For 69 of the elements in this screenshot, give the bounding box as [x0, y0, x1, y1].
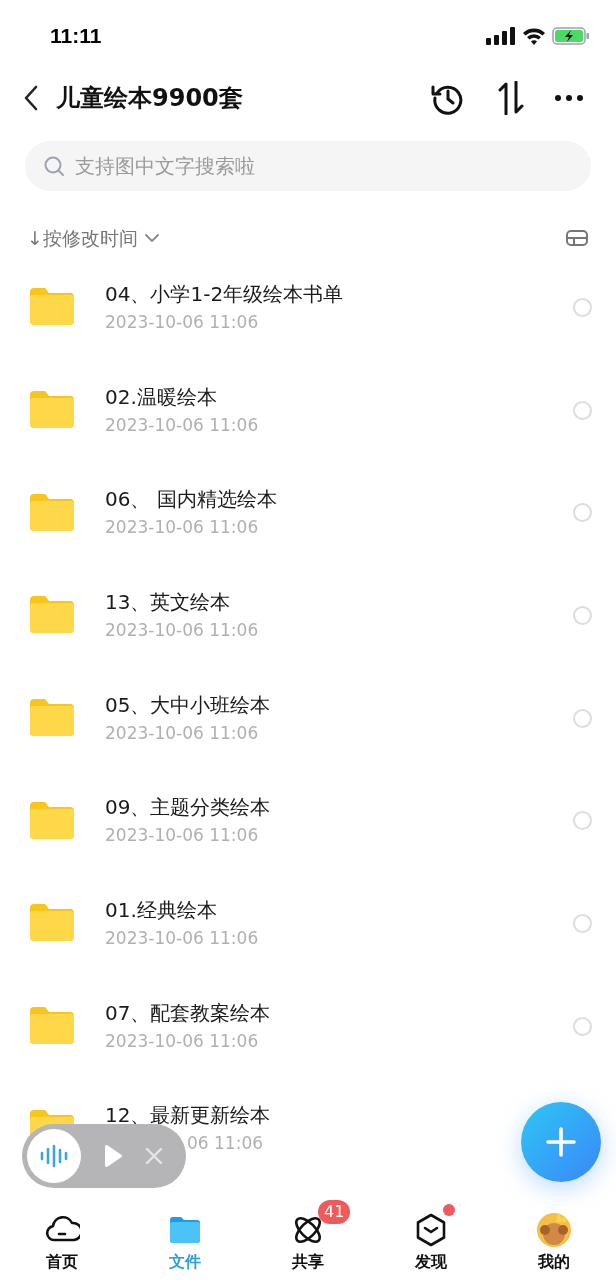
nav-tab[interactable]: 首页	[0, 1196, 124, 1280]
sort-icon	[496, 81, 526, 115]
battery-icon	[552, 27, 590, 45]
folder-icon	[29, 390, 75, 431]
file-date: 2023-10-06 11:06	[105, 310, 259, 334]
wifi-icon	[522, 27, 546, 45]
nav-tab[interactable]: 发现	[369, 1196, 493, 1280]
close-icon	[145, 1147, 163, 1165]
file-row[interactable]: 09、主题分类绘本 2023-10-06 11:06	[0, 769, 616, 873]
voice-button[interactable]	[27, 1129, 81, 1183]
select-checkbox[interactable]	[573, 503, 592, 523]
folder-icon	[29, 492, 75, 533]
file-name: 13、英文绘本	[105, 588, 231, 616]
file-date: 2023-10-06 11:06	[105, 618, 259, 642]
file-row[interactable]: 06、 国内精选绘本 2023-10-06 11:06	[0, 461, 616, 565]
file-date: 2023-10-06 11:06	[105, 1029, 259, 1053]
select-checkbox[interactable]	[573, 400, 592, 420]
file-row[interactable]: 02.温暖绘本 2023-10-06 11:06	[0, 358, 616, 462]
select-checkbox[interactable]	[573, 297, 592, 317]
file-name: 01.经典绘本	[105, 896, 217, 924]
file-row[interactable]: 01.经典绘本 2023-10-06 11:06	[0, 872, 616, 975]
file-row[interactable]: 04、小学1-2年级绘本书单 2023-10-06 11:06	[0, 256, 616, 359]
select-checkbox[interactable]	[573, 708, 592, 728]
notification-badge: 41	[318, 1200, 351, 1224]
file-row[interactable]: 05、大中小班绘本 2023-10-06 11:06	[0, 666, 616, 770]
file-name: 07、配套教案绘本	[105, 999, 271, 1027]
file-name: 12、最新更新绘本	[105, 1102, 271, 1130]
folder-title: 儿童绘本9900套	[56, 83, 243, 114]
nav-tab[interactable]: 41 共享	[246, 1196, 370, 1280]
file-row[interactable]: 13、英文绘本 2023-10-06 11:06	[0, 564, 616, 667]
file-date: 2023-10-06 11:06	[105, 824, 259, 848]
file-row[interactable]: 07、配套教案绘本 2023-10-06 11:06	[0, 974, 616, 1078]
folder-icon	[29, 698, 75, 739]
file-date: 2023-10-06 11:06	[105, 413, 259, 437]
select-checkbox[interactable]	[573, 1016, 592, 1036]
file-date: 2023-10-06 11:06	[105, 516, 259, 540]
search-field[interactable]: 支持图中文字搜索啦	[25, 141, 591, 191]
file-date: 2023-10-06 11:06	[105, 926, 259, 950]
chevron-down-icon	[143, 233, 160, 243]
folder-icon	[29, 1006, 75, 1047]
more-icon	[554, 94, 584, 102]
folder-icon	[29, 800, 75, 841]
folder-icon	[29, 287, 75, 328]
file-name: 06、 国内精选绘本	[105, 486, 277, 514]
search-input[interactable]: 支持图中文字搜索啦	[75, 151, 573, 181]
sort-dropdown[interactable]: ↓按修改时间	[27, 223, 160, 253]
select-checkbox[interactable]	[573, 913, 592, 933]
list-view-icon	[566, 230, 588, 246]
search-icon	[43, 155, 65, 177]
back-icon	[24, 85, 38, 111]
file-name: 05、大中小班绘本	[105, 691, 271, 719]
close-button[interactable]	[143, 1145, 165, 1167]
waveform-icon	[39, 1144, 69, 1168]
plus-icon	[546, 1127, 576, 1157]
clock-time: 11:11	[50, 23, 102, 50]
select-checkbox[interactable]	[573, 605, 592, 625]
folder-icon	[29, 903, 75, 944]
file-date: 06 11:06	[187, 1132, 264, 1156]
add-button[interactable]	[521, 1102, 601, 1182]
play-icon	[103, 1144, 123, 1168]
signal-icon	[486, 27, 516, 45]
file-date: 2023-10-06 11:06	[105, 721, 259, 745]
view-toggle-button[interactable]	[565, 228, 589, 248]
nav-tab[interactable]: 我的	[492, 1196, 616, 1280]
folder-icon	[29, 595, 75, 636]
file-name: 02.温暖绘本	[105, 383, 217, 411]
file-name: 09、主题分类绘本	[105, 794, 271, 822]
file-name: 04、小学1-2年级绘本书单	[105, 280, 344, 308]
select-checkbox[interactable]	[573, 811, 592, 831]
